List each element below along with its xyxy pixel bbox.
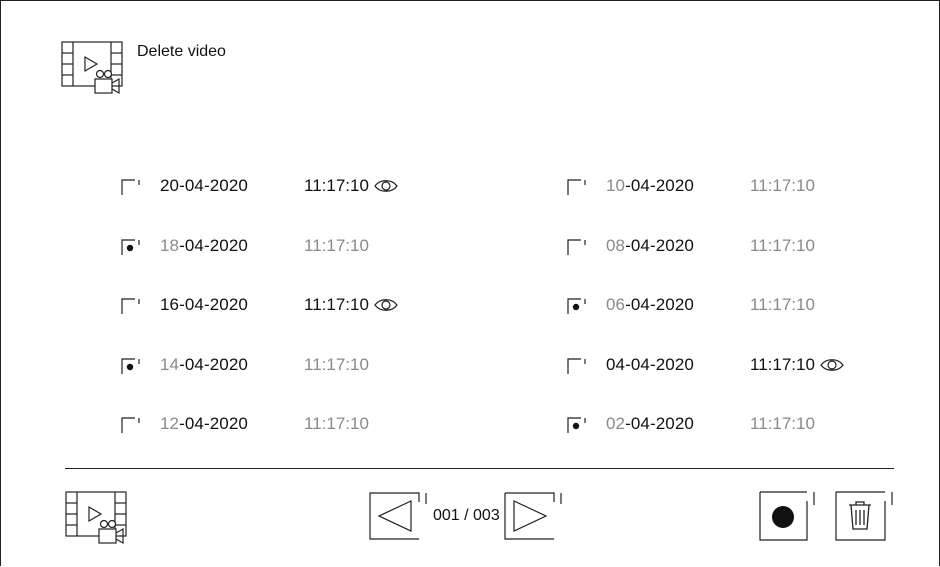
date-month-year: -04-2020 <box>179 414 248 433</box>
list-item[interactable]: 08-04-2020 11:17:10 <box>567 233 815 259</box>
date-month-year: -04-2020 <box>625 355 694 374</box>
video-time: 11:17:10 <box>304 295 399 315</box>
video-date: 20-04-2020 <box>160 176 304 196</box>
delete-button[interactable] <box>835 491 893 541</box>
time-text: 11:17:10 <box>304 176 369 195</box>
page-title: Delete video <box>137 43 226 60</box>
time-text: 11:17:10 <box>750 176 815 195</box>
pager: 001 / 003 <box>369 491 562 541</box>
list-item[interactable]: 06-04-2020 11:17:10 <box>567 292 815 318</box>
video-date: 12-04-2020 <box>160 414 304 434</box>
date-month-year: -04-2020 <box>625 236 694 255</box>
checkbox-checked[interactable] <box>567 414 587 434</box>
time-text: 11:17:10 <box>750 295 815 314</box>
date-day: 18 <box>160 236 180 255</box>
video-date: 04-04-2020 <box>606 355 750 375</box>
trash-icon <box>849 501 871 530</box>
video-time: 11:17:10 <box>750 236 815 256</box>
date-day: 10 <box>606 176 626 195</box>
list-item[interactable]: 16-04-2020 11:17:10 <box>121 292 399 318</box>
date-day: 12 <box>160 414 180 433</box>
video-time: 11:17:10 <box>304 414 369 434</box>
time-text: 11:17:10 <box>304 414 369 433</box>
list-item[interactable]: 20-04-2020 11:17:10 <box>121 173 399 199</box>
video-time: 11:17:10 <box>750 295 815 315</box>
eye-icon <box>819 357 845 373</box>
date-day: 16 <box>160 295 180 314</box>
checkbox[interactable] <box>567 176 587 196</box>
checkbox[interactable] <box>567 355 587 375</box>
list-item[interactable]: 18-04-2020 11:17:10 <box>121 233 369 259</box>
time-text: 11:17:10 <box>750 355 815 374</box>
page-indicator: 001 / 003 <box>433 507 500 524</box>
date-day: 04 <box>606 355 626 374</box>
checkbox[interactable] <box>121 176 141 196</box>
date-day: 20 <box>160 176 180 195</box>
time-text: 11:17:10 <box>750 414 815 433</box>
date-month-year: -04-2020 <box>179 236 248 255</box>
video-time: 11:17:10 <box>304 236 369 256</box>
date-day: 06 <box>606 295 626 314</box>
triangle-left-icon <box>377 500 412 532</box>
date-month-year: -04-2020 <box>625 414 694 433</box>
checkbox-checked[interactable] <box>121 236 141 256</box>
triangle-right-icon <box>513 500 548 532</box>
date-month-year: -04-2020 <box>179 176 248 195</box>
video-date: 06-04-2020 <box>606 295 750 315</box>
list-item[interactable]: 14-04-2020 11:17:10 <box>121 352 369 378</box>
time-text: 11:17:10 <box>304 295 369 314</box>
checkbox[interactable] <box>121 295 141 315</box>
screen-frame: Delete video 20-04-2020 11:17:10 18-04-202… <box>0 0 940 566</box>
eye-icon <box>373 297 399 313</box>
date-day: 08 <box>606 236 626 255</box>
checkbox-checked[interactable] <box>121 355 141 375</box>
date-month-year: -04-2020 <box>625 176 694 195</box>
video-date: 02-04-2020 <box>606 414 750 434</box>
list-item[interactable]: 12-04-2020 11:17:10 <box>121 411 369 437</box>
next-page-button[interactable] <box>504 492 562 540</box>
date-day: 02 <box>606 414 626 433</box>
video-folder-icon[interactable] <box>65 491 131 547</box>
checkbox-checked[interactable] <box>567 295 587 315</box>
video-time: 11:17:10 <box>304 355 369 375</box>
select-all-button[interactable] <box>759 491 815 541</box>
divider <box>65 468 894 469</box>
date-month-year: -04-2020 <box>179 295 248 314</box>
date-day: 14 <box>160 355 180 374</box>
video-date: 14-04-2020 <box>160 355 304 375</box>
video-time: 11:17:10 <box>304 176 399 196</box>
video-date: 10-04-2020 <box>606 176 750 196</box>
time-text: 11:17:10 <box>304 236 369 255</box>
video-folder-icon <box>61 41 127 97</box>
eye-icon <box>373 178 399 194</box>
list-item[interactable]: 04-04-2020 11:17:10 <box>567 352 845 378</box>
list-item[interactable]: 02-04-2020 11:17:10 <box>567 411 815 437</box>
checkbox[interactable] <box>567 236 587 256</box>
video-date: 18-04-2020 <box>160 236 304 256</box>
video-time: 11:17:10 <box>750 355 845 375</box>
checkbox[interactable] <box>121 414 141 434</box>
video-date: 08-04-2020 <box>606 236 750 256</box>
time-text: 11:17:10 <box>304 355 369 374</box>
video-date: 16-04-2020 <box>160 295 304 315</box>
list-item[interactable]: 10-04-2020 11:17:10 <box>567 173 815 199</box>
date-month-year: -04-2020 <box>625 295 694 314</box>
time-text: 11:17:10 <box>750 236 815 255</box>
prev-page-button[interactable] <box>369 492 427 540</box>
video-time: 11:17:10 <box>750 414 815 434</box>
date-month-year: -04-2020 <box>179 355 248 374</box>
video-time: 11:17:10 <box>750 176 815 196</box>
record-dot-icon <box>772 506 794 528</box>
